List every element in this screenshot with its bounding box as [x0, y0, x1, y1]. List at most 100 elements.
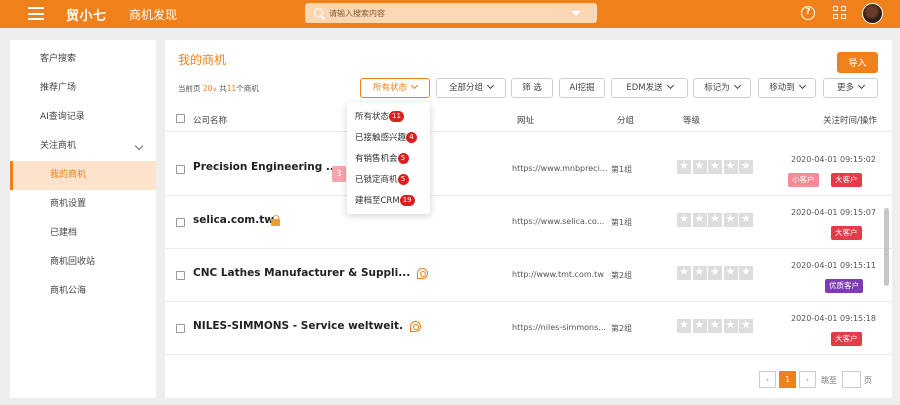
chevron-down-icon	[134, 141, 144, 151]
sidebar-item-customer-search[interactable]: 客户搜索	[10, 45, 156, 74]
rating-stars[interactable]	[677, 318, 755, 336]
row-checkbox[interactable]	[176, 324, 185, 333]
status-option-sales-opportunity[interactable]: 有销售机会 5	[355, 152, 409, 168]
company-name[interactable]: selica.com.tw	[193, 214, 274, 226]
table-row[interactable]: selica.com.tw https://www.selica.co... 第…	[165, 197, 892, 249]
chevron-down-icon	[857, 81, 866, 90]
status-option-crm[interactable]: 建档至CRM 19	[355, 194, 415, 210]
company-url[interactable]: https://www.mnbpreci...	[512, 164, 607, 173]
prev-page-button[interactable]: ‹	[759, 371, 776, 388]
follow-time: 2020-04-01 09:15:11	[791, 261, 876, 270]
sidebar: 客户搜索 推荐广场 AI查询记录 关注商机 我的商机 商机设置 已建档 商机回收…	[10, 40, 156, 398]
table-row[interactable]: NILES-SIMMONS - Service weltweit. https:…	[165, 303, 892, 355]
sidebar-item-archived[interactable]: 已建档	[10, 219, 156, 248]
avatar[interactable]	[862, 3, 883, 24]
table-header: 公司名称 网址 分组 等级 关注时间/操作	[165, 106, 892, 132]
company-url[interactable]: http://www.tmt.com.tw	[512, 270, 604, 279]
company-name[interactable]: NILES-SIMMONS - Service weltweit.	[193, 320, 403, 332]
rating-stars[interactable]	[677, 212, 755, 230]
status-option-all[interactable]: 所有状态 11	[355, 110, 404, 126]
customer-tag[interactable]: 小客户	[788, 173, 819, 187]
lock-icon	[271, 215, 280, 226]
col-group: 分组	[617, 116, 635, 126]
next-page-button[interactable]: ›	[799, 371, 816, 388]
sidebar-item-public-pool[interactable]: 商机公海	[10, 277, 156, 306]
main-panel: 我的商机 导入 当前页 20∨ 共11个商机 所有状态 全部分组 筛 选 AI挖…	[165, 40, 892, 398]
chevron-down-icon	[798, 81, 806, 90]
chevron-down-icon	[486, 81, 495, 90]
rating-stars[interactable]	[677, 265, 755, 283]
row-checkbox[interactable]	[176, 218, 185, 227]
chat-icon[interactable]	[417, 268, 428, 279]
caret-down-icon[interactable]	[571, 11, 581, 16]
company-url[interactable]: https://www.selica.co...	[512, 217, 604, 226]
sidebar-item-label: 关注商机	[40, 141, 77, 151]
chevron-down-icon	[733, 81, 741, 90]
sidebar-item-ai-query-records[interactable]: AI查询记录	[10, 103, 156, 132]
group-filter-button[interactable]: 全部分组	[436, 78, 506, 98]
count-badge: 5	[397, 153, 409, 164]
status-option-interested[interactable]: 已接触感兴趣 4	[355, 131, 418, 147]
search-icon[interactable]	[314, 8, 323, 17]
count-badge: 11	[389, 111, 404, 122]
company-name[interactable]: CNC Lathes Manufacturer & Suppli...	[193, 267, 410, 279]
row-checkbox[interactable]	[176, 165, 185, 174]
customer-tag[interactable]: 大客户	[831, 173, 862, 187]
sidebar-item-opportunity-settings[interactable]: 商机设置	[10, 190, 156, 219]
page-unit-label: 页	[864, 376, 872, 385]
chevron-down-icon	[410, 81, 419, 90]
contact-count-badge: 3	[332, 166, 346, 182]
more-button[interactable]: 更多	[823, 78, 878, 98]
scrollbar[interactable]	[884, 208, 889, 286]
follow-time: 2020-04-01 09:15:18	[791, 314, 876, 323]
count-badge: 4	[406, 132, 418, 143]
sidebar-item-my-opportunities[interactable]: 我的商机	[10, 161, 156, 190]
filter-button[interactable]: 筛 选	[511, 78, 553, 98]
search-box[interactable]	[305, 3, 597, 23]
customer-tag[interactable]: 大客户	[831, 332, 862, 346]
sidebar-item-followed-opportunities[interactable]: 关注商机	[10, 132, 156, 161]
page-size-select[interactable]: 20	[203, 84, 213, 93]
customer-tag[interactable]: 优质客户	[825, 279, 863, 293]
customer-tag[interactable]: 大客户	[831, 226, 862, 240]
move-to-button[interactable]: 移动到	[758, 78, 816, 98]
company-group: 第1组	[611, 218, 633, 227]
company-group: 第2组	[611, 271, 633, 280]
select-all-checkbox[interactable]	[176, 114, 185, 123]
status-option-locked[interactable]: 已锁定商机 5	[355, 173, 409, 189]
sidebar-item-recycle-bin[interactable]: 商机回收站	[10, 248, 156, 277]
company-group: 第1组	[611, 165, 633, 174]
goto-page-input[interactable]	[842, 371, 861, 388]
follow-time: 2020-04-01 09:15:07	[791, 208, 876, 217]
table-row[interactable]: CNC Lathes Manufacturer & Suppli... http…	[165, 250, 892, 302]
company-url[interactable]: https://niles-simmons...	[512, 323, 606, 332]
col-company: 公司名称	[193, 116, 228, 126]
apps-icon[interactable]	[833, 6, 847, 20]
app-logo: 贸小七	[66, 9, 107, 24]
edm-send-button[interactable]: EDM发送	[611, 78, 688, 98]
import-button[interactable]: 导入	[837, 52, 878, 73]
row-checkbox[interactable]	[176, 271, 185, 280]
company-name[interactable]: Precision Engineering ...	[193, 161, 338, 173]
chat-icon[interactable]	[410, 321, 421, 332]
page-title: 我的商机	[178, 53, 227, 67]
top-bar: 贸小七 商机发现 ?	[0, 0, 900, 28]
count-badge: 5	[397, 174, 409, 185]
search-input[interactable]	[329, 6, 559, 20]
chevron-down-icon	[666, 81, 674, 90]
rating-stars[interactable]	[677, 159, 755, 177]
company-group: 第2组	[611, 324, 633, 333]
mark-as-button[interactable]: 标记为	[693, 78, 751, 98]
count-badge: 19	[399, 195, 415, 206]
page-summary: 当前页 20∨ 共11个商机	[178, 84, 259, 93]
help-icon[interactable]: ?	[801, 6, 815, 20]
goto-label: 跳至	[821, 376, 837, 385]
sidebar-item-recommend-plaza[interactable]: 推荐广场	[10, 74, 156, 103]
page-1-button[interactable]: 1	[779, 371, 796, 388]
ai-mining-button[interactable]: AI挖掘	[559, 78, 605, 98]
table-row[interactable]: Precision Engineering ... https://www.mn…	[165, 144, 892, 196]
status-filter-button[interactable]: 所有状态	[360, 78, 430, 98]
col-url: 网址	[517, 116, 535, 126]
menu-icon[interactable]	[28, 7, 44, 20]
col-level: 等级	[683, 116, 701, 126]
